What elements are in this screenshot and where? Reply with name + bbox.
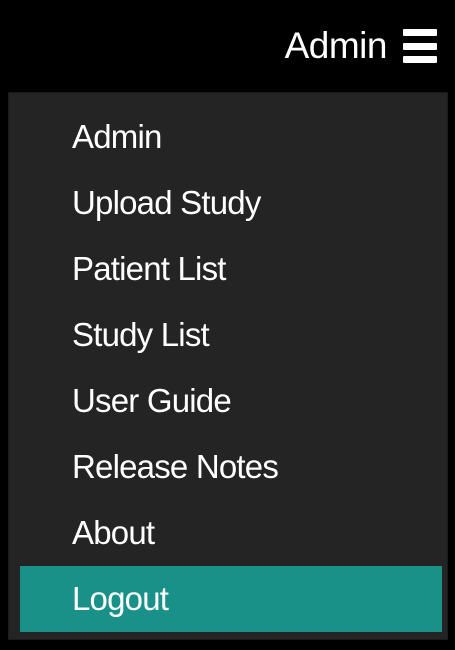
user-dropdown-menu: Admin Upload Study Patient List Study Li… xyxy=(8,92,448,640)
menu-item-admin[interactable]: Admin xyxy=(8,104,448,170)
menu-item-about[interactable]: About xyxy=(8,500,448,566)
top-bar: Admin xyxy=(0,0,455,92)
menu-list: Admin Upload Study Patient List Study Li… xyxy=(8,104,448,632)
hamburger-icon[interactable] xyxy=(403,29,437,63)
user-name-label: Admin xyxy=(284,25,388,66)
menu-item-release-notes[interactable]: Release Notes xyxy=(8,434,448,500)
menu-item-study-list[interactable]: Study List xyxy=(8,302,448,368)
menu-item-user-guide[interactable]: User Guide xyxy=(8,368,448,434)
menu-item-upload-study[interactable]: Upload Study xyxy=(8,170,448,236)
menu-item-patient-list[interactable]: Patient List xyxy=(8,236,448,302)
user-menu-toggle[interactable]: Admin xyxy=(285,22,437,70)
menu-item-logout[interactable]: Logout xyxy=(20,566,442,632)
